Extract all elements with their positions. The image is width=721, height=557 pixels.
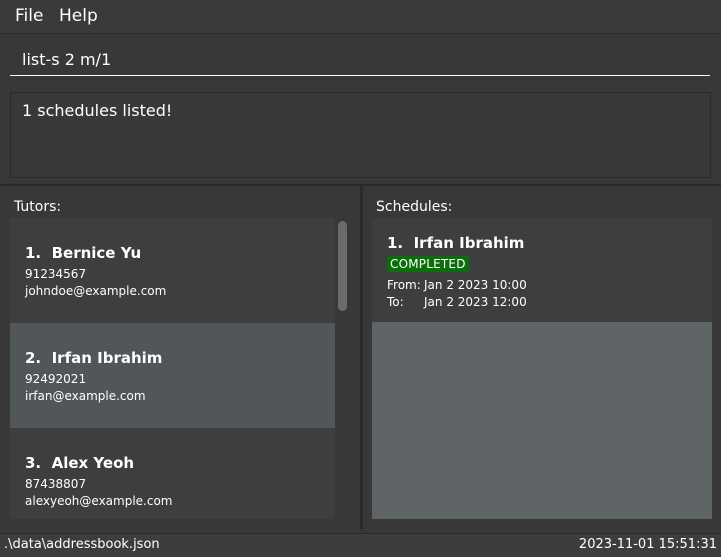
tutor-list[interactable]: 1. Bernice Yu 91234567 johndoe@example.c… bbox=[10, 218, 335, 519]
tutor-scrollbar-thumb[interactable] bbox=[338, 221, 347, 311]
schedules-heading: Schedules: bbox=[376, 199, 453, 215]
status-bar: .\data\addressbook.json 2023-11-01 15:51… bbox=[0, 533, 721, 557]
schedule-to-time: Jan 2 2023 12:00 bbox=[424, 295, 527, 309]
tutor-email: alexyeoh@example.com bbox=[25, 494, 173, 508]
tutor-name: Alex Yeoh bbox=[51, 454, 135, 472]
tutor-panel: Tutors: 1. Bernice Yu 91234567 johndoe@e… bbox=[0, 186, 360, 529]
schedule-title: 1. Irfan Ibrahim bbox=[387, 234, 524, 252]
schedule-from-time: Jan 2 2023 10:00 bbox=[424, 278, 527, 292]
tutor-name: Bernice Yu bbox=[51, 244, 142, 262]
command-input[interactable] bbox=[10, 44, 710, 76]
schedule-from-label: From: bbox=[387, 278, 421, 292]
tutor-card[interactable]: 2. Irfan Ibrahim 92492021 irfan@example.… bbox=[10, 323, 335, 428]
tutor-title: 3. Alex Yeoh bbox=[25, 454, 134, 472]
menu-file[interactable]: File bbox=[15, 6, 43, 26]
command-box bbox=[0, 34, 721, 86]
tutor-index: 3. bbox=[25, 454, 42, 472]
tutor-name: Irfan Ibrahim bbox=[51, 349, 163, 367]
result-display: 1 schedules listed! bbox=[10, 92, 711, 178]
tutor-title: 1. Bernice Yu bbox=[25, 244, 141, 262]
last-updated-timestamp: 2023-11-01 15:51:31 bbox=[578, 537, 717, 552]
tutor-email: johndoe@example.com bbox=[25, 284, 167, 298]
tutor-phone: 92492021 bbox=[25, 372, 87, 386]
tutor-phone: 87438807 bbox=[25, 477, 87, 491]
result-message: 1 schedules listed! bbox=[22, 101, 173, 120]
tutor-email: irfan@example.com bbox=[25, 389, 146, 403]
schedule-tutor-name: Irfan Ibrahim bbox=[413, 234, 525, 252]
save-file-path: .\data\addressbook.json bbox=[4, 537, 160, 552]
schedule-list[interactable]: 1. Irfan Ibrahim COMPLETED From: Jan 2 2… bbox=[372, 218, 712, 519]
tutor-index: 1. bbox=[25, 244, 42, 262]
schedule-panel: Schedules: 1. Irfan Ibrahim COMPLETED Fr… bbox=[363, 186, 721, 529]
schedule-card[interactable]: 1. Irfan Ibrahim COMPLETED From: Jan 2 2… bbox=[372, 218, 712, 322]
tutor-title: 2. Irfan Ibrahim bbox=[25, 349, 162, 367]
menu-bar: File Help bbox=[0, 0, 721, 34]
tutors-heading: Tutors: bbox=[14, 199, 62, 215]
tutor-card[interactable]: 1. Bernice Yu 91234567 johndoe@example.c… bbox=[10, 218, 335, 323]
schedule-index: 1. bbox=[387, 234, 404, 252]
status-badge: COMPLETED bbox=[387, 256, 469, 272]
schedule-to-label: To: bbox=[387, 295, 404, 309]
tutor-phone: 91234567 bbox=[25, 267, 87, 281]
tutor-card[interactable]: 3. Alex Yeoh 87438807 alexyeoh@example.c… bbox=[10, 428, 335, 519]
tutor-index: 2. bbox=[25, 349, 42, 367]
menu-help[interactable]: Help bbox=[59, 6, 98, 26]
